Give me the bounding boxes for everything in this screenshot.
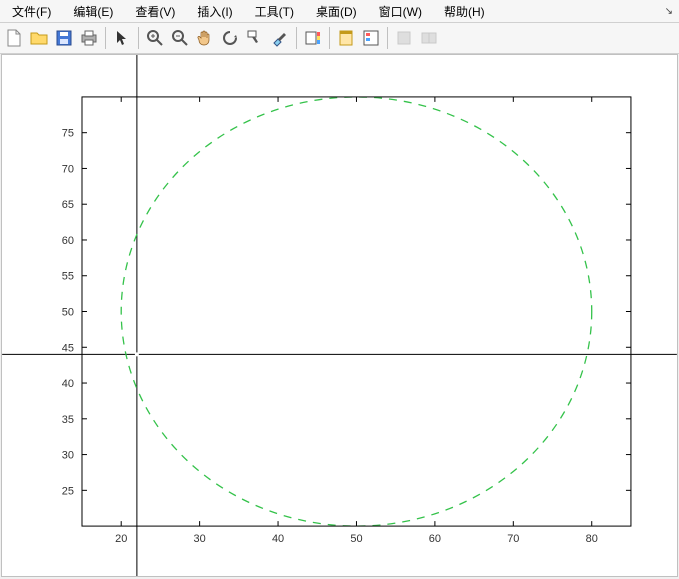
new-file-icon[interactable]	[2, 26, 26, 50]
ytick-label: 35	[62, 414, 74, 426]
ytick-label: 75	[62, 128, 74, 140]
rotate-3d-icon[interactable]	[218, 26, 242, 50]
menu-view[interactable]: 查看(V)	[125, 1, 185, 22]
zoom-out-icon[interactable]	[168, 26, 192, 50]
hide-plot-icon[interactable]	[334, 26, 358, 50]
ytick-label: 25	[62, 485, 74, 497]
menubar: 文件(F) 编辑(E) 查看(V) 插入(I) 工具(T) 桌面(D) 窗口(W…	[0, 0, 679, 23]
xtick-label: 60	[429, 533, 441, 545]
series-dashed-circle	[121, 97, 592, 526]
brush-icon[interactable]	[268, 26, 292, 50]
xtick-label: 40	[272, 533, 284, 545]
figure-canvas[interactable]: 20 30 40 50 60 70 80 25 30 35 40 45 50 55 60 65 70 75	[1, 54, 678, 577]
ytick-label: 50	[62, 307, 74, 319]
xtick-label: 80	[586, 533, 598, 545]
menu-overflow-icon[interactable]: ↘	[661, 6, 677, 17]
xtick-label: 20	[115, 533, 127, 545]
link-on-icon	[417, 26, 441, 50]
ytick-label: 55	[62, 271, 74, 283]
menu-file[interactable]: 文件(F)	[2, 1, 61, 22]
xtick-label: 70	[507, 533, 519, 545]
pan-hand-icon[interactable]	[193, 26, 217, 50]
open-folder-icon[interactable]	[27, 26, 51, 50]
menu-help[interactable]: 帮助(H)	[434, 1, 495, 22]
xtick-label: 50	[350, 533, 362, 545]
ytick-label: 30	[62, 450, 74, 462]
menu-insert[interactable]: 插入(I)	[187, 1, 242, 22]
zoom-in-icon[interactable]	[143, 26, 167, 50]
link-off-icon	[392, 26, 416, 50]
menu-tools[interactable]: 工具(T)	[245, 1, 304, 22]
axes-box	[82, 97, 631, 526]
xtick-label: 30	[194, 533, 206, 545]
pointer-icon[interactable]	[110, 26, 134, 50]
ytick-label: 60	[62, 235, 74, 247]
menu-window[interactable]: 窗口(W)	[369, 1, 432, 22]
save-disk-icon[interactable]	[52, 26, 76, 50]
ytick-label: 45	[62, 342, 74, 354]
insert-legend-icon[interactable]	[359, 26, 383, 50]
print-icon[interactable]	[77, 26, 101, 50]
ytick-label: 65	[62, 199, 74, 211]
crosshair-center	[135, 352, 139, 356]
insert-colorbar-icon[interactable]	[301, 26, 325, 50]
ytick-label: 40	[62, 378, 74, 390]
menu-desktop[interactable]: 桌面(D)	[306, 1, 367, 22]
ytick-label: 70	[62, 163, 74, 175]
toolbar	[0, 23, 679, 54]
axes: 20 30 40 50 60 70 80 25 30 35 40 45 50 55 60 65 70 75	[2, 55, 677, 576]
data-cursor-icon[interactable]	[243, 26, 267, 50]
menu-edit[interactable]: 编辑(E)	[63, 1, 123, 22]
